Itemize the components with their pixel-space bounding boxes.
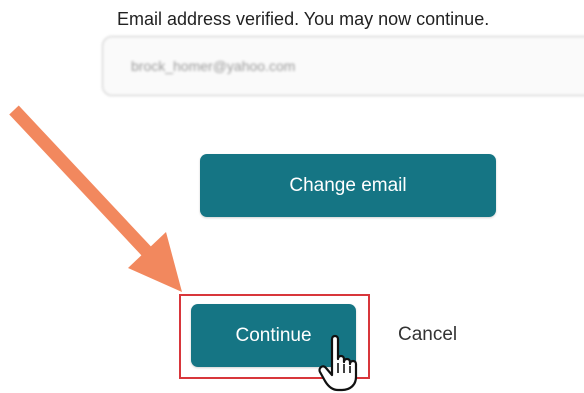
change-email-button[interactable]: Change email [200,154,496,217]
email-field[interactable] [102,36,584,96]
hand-pointer-icon [318,334,358,392]
cancel-link[interactable]: Cancel [398,324,457,346]
verification-status-text: Email address verified. You may now cont… [117,9,490,29]
